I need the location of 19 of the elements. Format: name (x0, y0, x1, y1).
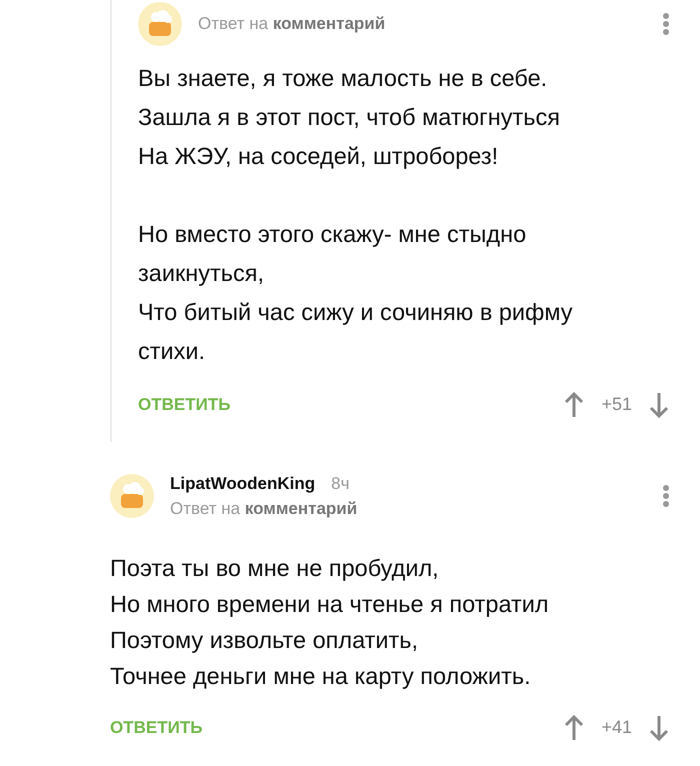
reply-button[interactable]: ОТВЕТИТЬ (138, 392, 230, 418)
comment-paragraph: Вы знаете, я тоже малость не в себе. Зашла я в этот пост, чтоб матюгнуться На ЖЭУ, на соседей, штроборез! (138, 64, 561, 171)
score: +51 (601, 393, 632, 416)
reply-button[interactable]: ОТВЕТИТЬ (110, 714, 202, 740)
score: +41 (601, 716, 632, 739)
downvote-icon[interactable] (648, 714, 670, 740)
reply-to-text: Ответ на комментарий (170, 498, 358, 520)
timestamp: 8ч (331, 472, 350, 494)
comment-paragraph: Поэта ты во мне не пробудил, Но много времени на чтенье я потратил Поэтому извольте оплатить, Точнее деньги мне на карту положить. (110, 554, 550, 691)
upvote-icon[interactable] (563, 714, 586, 740)
avatar-icon (138, 2, 182, 46)
more-options-icon[interactable] (662, 12, 670, 36)
comment-paragraph: Но вместо этого скажу- мне стыдно заикнуться, Что битый час сижу и сочиняю в рифму стихи. (138, 220, 574, 366)
reply-to-text: Ответ на комментарий (198, 13, 386, 36)
more-options-icon[interactable] (662, 484, 670, 508)
username[interactable]: LipatWoodenKing (170, 470, 316, 496)
avatar-icon (110, 474, 154, 518)
downvote-icon[interactable] (648, 392, 670, 418)
upvote-icon[interactable] (563, 392, 586, 418)
